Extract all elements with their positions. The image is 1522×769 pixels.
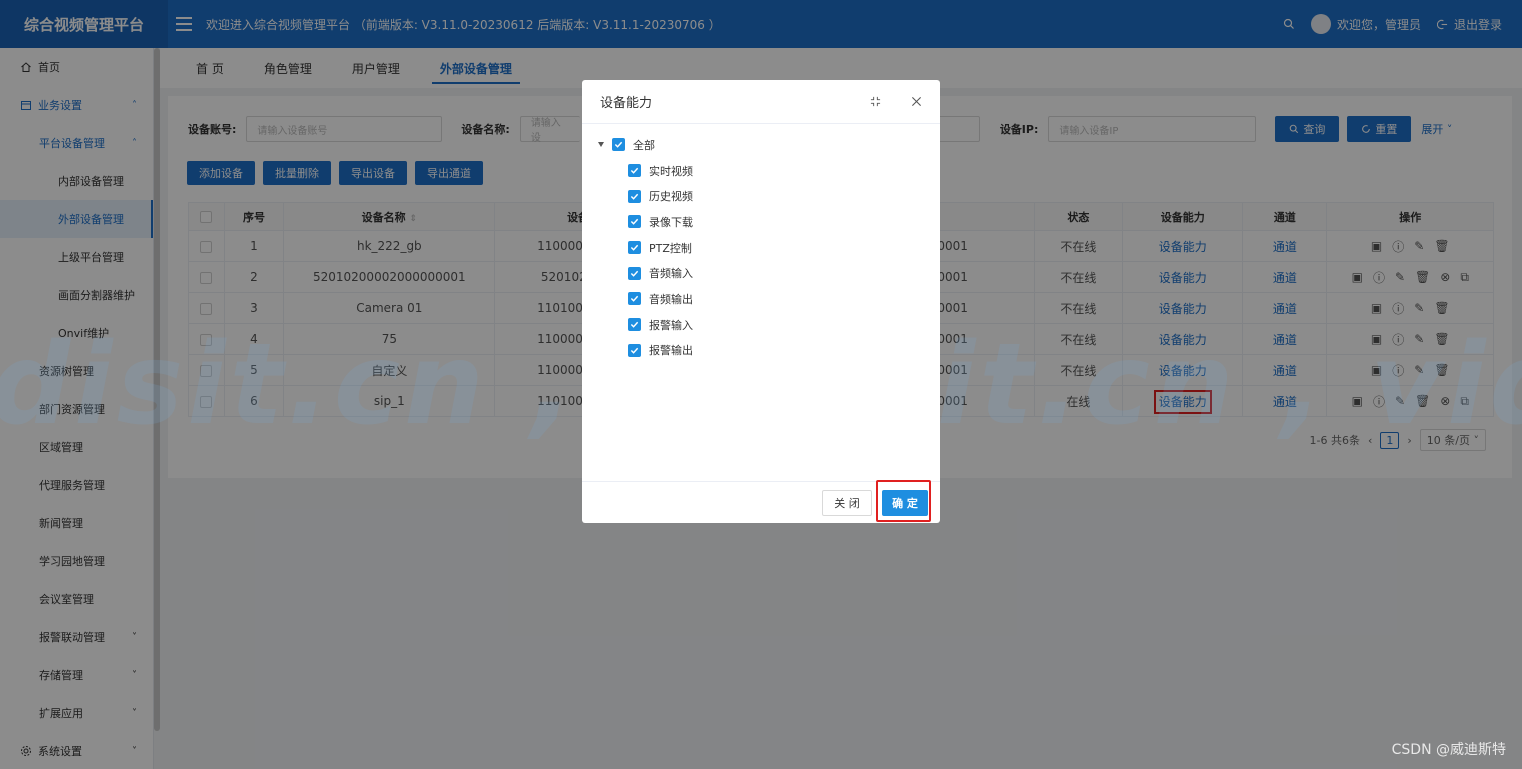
tree-node-label: PTZ控制 bbox=[649, 241, 692, 255]
tree-node-item[interactable]: PTZ控制 bbox=[598, 235, 940, 261]
checkbox-checked[interactable] bbox=[628, 189, 641, 203]
tree-node-item[interactable]: 报警输出 bbox=[598, 338, 940, 364]
tree-node-item[interactable]: 实时视频 bbox=[598, 158, 940, 184]
checkbox-checked[interactable] bbox=[628, 241, 641, 255]
tree-node-label: 音频输入 bbox=[649, 267, 693, 281]
check-icon bbox=[630, 219, 639, 226]
checkbox-checked[interactable] bbox=[628, 292, 641, 306]
checkbox-checked[interactable] bbox=[628, 266, 641, 280]
tree-node-item[interactable]: 历史视频 bbox=[598, 183, 940, 209]
checkbox-checked[interactable] bbox=[612, 138, 625, 152]
tree-node-label: 报警输出 bbox=[649, 344, 693, 358]
capability-tree: 全部 实时视频 历史视频 录像下载 PTZ控制 音频输入 音频输出 报警输入 报… bbox=[582, 124, 940, 363]
tree-node-label: 实时视频 bbox=[649, 164, 693, 178]
footer-watermark: CSDN @威迪斯特 bbox=[1391, 742, 1506, 758]
tree-node-label: 录像下载 bbox=[649, 215, 693, 229]
check-icon bbox=[630, 193, 639, 200]
tree-node-item[interactable]: 音频输入 bbox=[598, 260, 940, 286]
tree-node-item[interactable]: 音频输出 bbox=[598, 286, 940, 312]
tree-node-item[interactable]: 报警输入 bbox=[598, 312, 940, 338]
tree-node-all[interactable]: 全部 bbox=[598, 132, 940, 158]
checkbox-checked[interactable] bbox=[628, 343, 641, 357]
check-icon bbox=[630, 321, 639, 328]
check-icon bbox=[614, 142, 623, 149]
caret-down-icon[interactable] bbox=[598, 142, 604, 148]
tree-node-label: 报警输入 bbox=[649, 318, 693, 332]
tree-node-item[interactable]: 录像下载 bbox=[598, 209, 940, 235]
capability-dialog: 设备能力 全部 实时视频 历史视频 录像下载 PTZ控制 音频输入 音频输出 报… bbox=[582, 80, 940, 523]
tree-node-label: 历史视频 bbox=[649, 190, 693, 204]
check-icon bbox=[630, 296, 639, 303]
dialog-title: 设备能力 bbox=[600, 96, 653, 111]
tree-node-label: 音频输出 bbox=[649, 292, 693, 306]
check-icon bbox=[630, 167, 639, 174]
fullscreen-icon[interactable] bbox=[870, 96, 881, 107]
check-icon bbox=[630, 244, 639, 251]
close-button[interactable]: 关 闭 bbox=[822, 489, 872, 516]
checkbox-checked[interactable] bbox=[628, 318, 641, 332]
checkbox-checked[interactable] bbox=[628, 215, 641, 229]
tree-node-label: 全部 bbox=[633, 138, 655, 152]
check-icon bbox=[630, 270, 639, 277]
confirm-button[interactable]: 确 定 bbox=[882, 489, 928, 516]
check-icon bbox=[630, 347, 639, 354]
close-icon[interactable] bbox=[911, 96, 922, 107]
checkbox-checked[interactable] bbox=[628, 164, 641, 178]
